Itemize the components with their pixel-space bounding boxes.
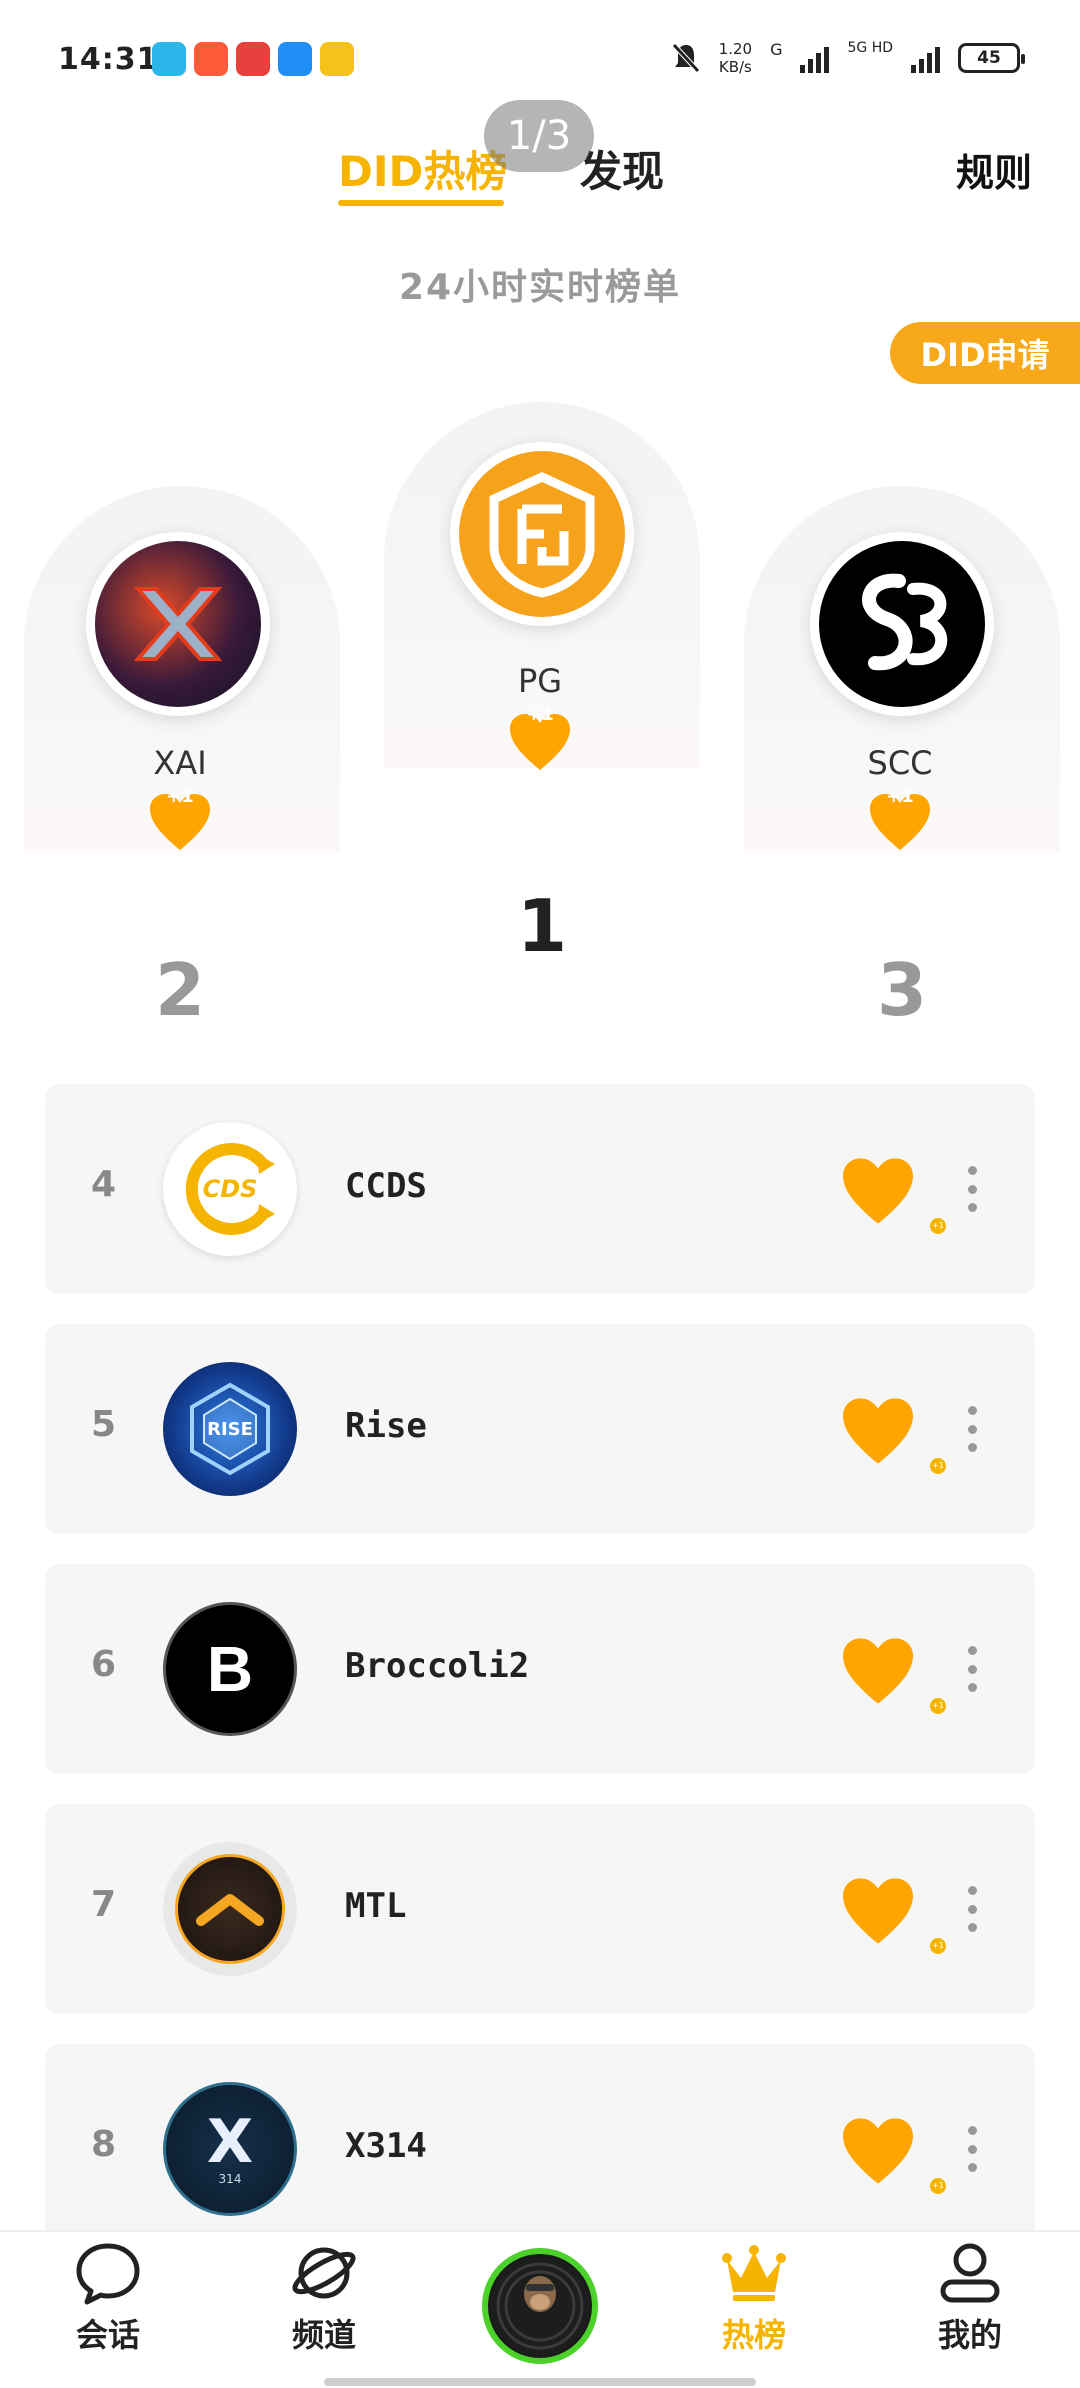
avatar-ccds[interactable]: CDS [163,1122,297,1256]
status-time: 14:31 [58,42,159,77]
tab-discover[interactable]: 发现 [580,138,664,199]
rank-first: 1 [516,884,568,968]
list-rank: 5 [91,1404,117,1445]
rank-second: 2 [154,948,206,1032]
home-indicator[interactable] [324,2378,756,2386]
crown-icon [722,2245,786,2301]
list-rank: 4 [91,1164,117,1205]
feishu-app-icon [278,42,312,76]
podium-name-pg: PG [517,662,563,700]
net-speed-unit: KB/s [718,58,752,76]
heart-icon[interactable] [840,1876,916,1946]
list-name: Broccoli2 [345,1646,530,1686]
rank-third: 3 [876,948,928,1032]
tab-active-underline [338,200,504,206]
more-icon[interactable] [965,2126,979,2172]
subtitle: 24小时实时榜单 [398,267,682,308]
x314-logo-text: X [206,2107,254,2177]
avatar-mtl[interactable] [163,1842,297,1976]
page-indicator: 1/3 [484,100,594,172]
more-icon[interactable] [965,1406,979,1452]
list-item-broccoli2[interactable]: 6 B Broccoli2 +1 [45,1564,1035,1774]
user-icon [940,2243,1000,2303]
huawei-store-icon [236,42,270,76]
nav-label-channel: 频道 [291,2316,356,2354]
list-name: Rise [345,1406,427,1446]
nav-channel[interactable]: 频道 [264,2240,384,2356]
avatar-scc[interactable] [810,532,994,716]
battery-icon: 45 [958,43,1025,73]
list-name: X314 [345,2126,427,2166]
nav-label-hot: 热榜 [721,2316,786,2354]
signal-icon-1 [800,43,830,73]
plus-one-label: +1 [166,786,194,807]
status-right: 1.20 KB/s G 5G HD 45 [671,40,1025,76]
list-item-x314[interactable]: 8 X 314 X314 +1 [45,2044,1035,2254]
more-icon[interactable] [965,1646,979,1692]
center-avatar-button[interactable] [482,2248,598,2364]
network-2-label: 5G HD [847,40,893,56]
signal-icon-2 [911,43,940,73]
avatar-x314[interactable]: X 314 [163,2082,297,2216]
avatar-pg[interactable] [450,442,634,626]
plus-one-label: +1 [886,786,914,807]
taobao-app-icon [194,42,228,76]
more-icon[interactable] [965,1166,979,1212]
books-app-icon [152,42,186,76]
net-speed-value: 1.20 [718,40,753,58]
plus-one-dot: +1 [930,1458,946,1474]
avatar-broccoli2[interactable]: B [163,1602,297,1736]
list-item-mtl[interactable]: 7 MTL +1 [45,1804,1035,2014]
avatar-xai[interactable] [86,532,270,716]
network-1-label: G [770,40,783,59]
did-apply-button[interactable]: DID申请 [890,322,1080,384]
plus-one-dot: +1 [930,1218,946,1234]
list-rank: 7 [91,1884,117,1925]
nav-label-mine: 我的 [937,2316,1002,2354]
planet-icon [292,2247,356,2299]
tab-did-hot[interactable]: DID热榜 [338,138,507,199]
xai-logo-icon [133,587,223,661]
plus-one-dot: +1 [930,2178,946,2194]
list-item-ccds[interactable]: 4 CDS CCDS +1 [45,1084,1035,1294]
net-speed: 1.20 KB/s [719,40,752,76]
bottom-nav: 会话 频道 热榜 我的 [0,2230,1080,2388]
avatar-rise[interactable]: RISE [163,1362,297,1496]
mtl-logo-icon [196,1894,264,1926]
ccds-logo-text: CDS [202,1175,258,1203]
plus-one-dot: +1 [930,1938,946,1954]
scc-logo-icon [862,573,948,671]
heart-icon[interactable] [840,1636,916,1706]
more-icon[interactable] [965,1886,979,1932]
podium-name-xai: XAI [153,744,207,782]
heart-icon[interactable] [840,1156,916,1226]
heart-icon[interactable] [840,1396,916,1466]
broccoli-logo-text: B [206,1633,254,1705]
nav-chat[interactable]: 会话 [48,2240,168,2356]
list-rank: 6 [91,1644,117,1685]
rise-logo-text: RISE [207,1418,253,1440]
x314-logo-sub: 314 [218,2172,242,2186]
chat-bubble-icon [76,2243,140,2305]
nav-hot[interactable]: 热榜 [694,2240,814,2356]
nav-mine[interactable]: 我的 [910,2240,1030,2356]
rules-button[interactable]: 规则 [956,142,1032,197]
plus-one-dot: +1 [930,1698,946,1714]
plus-one-label: +1 [526,704,554,725]
pg-logo-icon [489,472,595,598]
list-name: CCDS [345,1166,427,1206]
list-rank: 8 [91,2124,117,2165]
battery-level: 45 [977,48,1001,68]
mute-icon [671,43,700,73]
nav-label-chat: 会话 [75,2316,140,2354]
mail-app-icon [320,42,354,76]
ape-avatar-icon [490,2256,590,2356]
podium-name-scc: SCC [867,744,933,782]
heart-icon[interactable] [840,2116,916,2186]
list-item-rise[interactable]: 5 RISE Rise +1 [45,1324,1035,1534]
list-name: MTL [345,1886,407,1926]
